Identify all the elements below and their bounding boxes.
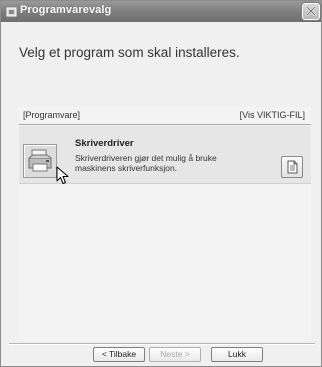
header-area [1,22,321,102]
close-window-button[interactable] [302,3,320,20]
instruction-text: Velg et program som skal installeres. [19,45,240,60]
app-icon [6,5,18,17]
list-header: [Programvare] [Vis VIKTIG-FIL] [19,107,311,125]
list-header-readme: [Vis VIKTIG-FIL] [239,110,305,120]
next-button[interactable]: Neste > [149,347,201,362]
back-button[interactable]: < Tilbake [93,347,145,362]
view-readme-button[interactable] [281,156,303,178]
close-button[interactable]: Lukk [211,347,263,362]
item-description: Skriverdriveren gjør det mulig å bruke m… [75,153,217,173]
title-bar[interactable]: Programvarevalg [1,1,321,22]
close-icon [305,5,317,17]
window-title: Programvarevalg [20,4,112,16]
printer-icon [28,149,52,172]
item-title: Skriverdriver [75,138,134,149]
installer-window: Programvarevalg Velg et program som skal… [0,0,322,367]
mouse-cursor-icon [56,166,70,186]
list-header-software: [Programvare] [23,110,81,120]
software-list: [Programvare] [Vis VIKTIG-FIL] Skriverdr… [19,107,311,341]
document-icon [287,160,298,174]
printer-driver-button[interactable] [23,144,57,178]
footer-divider [9,343,315,345]
